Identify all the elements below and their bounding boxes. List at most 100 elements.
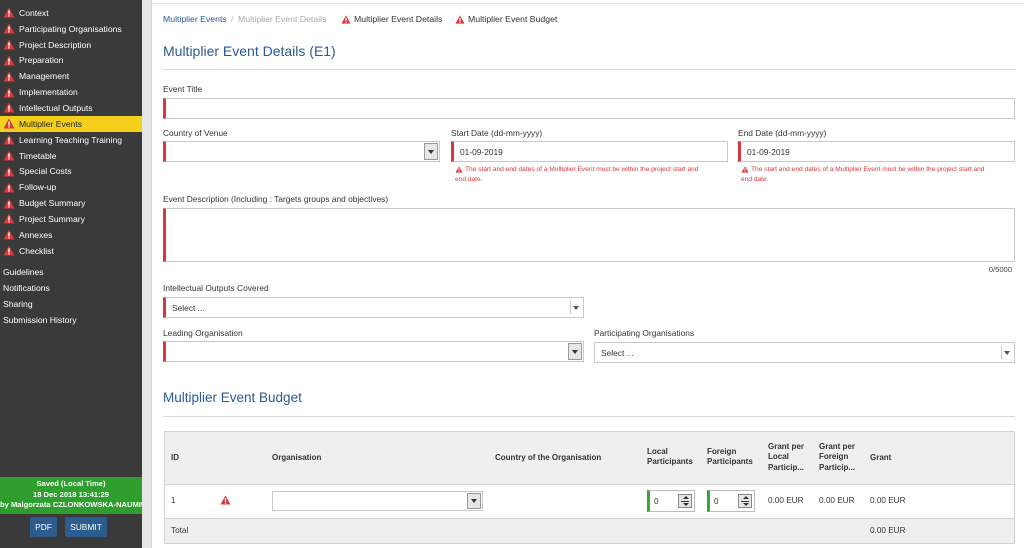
sidebar-item-project-summary[interactable]: Project Summary <box>0 211 142 227</box>
io-covered-value: Select ... <box>172 302 205 313</box>
description-label: Event Description (Including : Targets g… <box>163 194 389 204</box>
description-counter: 0/5000 <box>988 265 1012 274</box>
sidebar-item-context[interactable]: Context <box>0 5 142 21</box>
sidebar-item-label: Budget Summary <box>19 198 86 209</box>
warning-triangle-icon <box>3 102 15 113</box>
end-date-input[interactable]: 01-09-2019 <box>738 141 1015 162</box>
sidebar-item-timetable[interactable]: Timetable <box>0 148 142 164</box>
sidebar-item-multiplier-events[interactable]: Multiplier Events <box>0 115 142 132</box>
col-grant-local: Grant per Local Particip... <box>768 442 804 473</box>
row-grant-local: 0.00 EUR <box>768 496 804 505</box>
sidebar-item-annexes[interactable]: Annexes <box>0 227 142 243</box>
sidebar-item-budget-summary[interactable]: Budget Summary <box>0 195 142 211</box>
total-value: 0.00 EUR <box>870 526 906 535</box>
col-grant-foreign: Grant per Foreign Particip... <box>819 442 855 473</box>
sidebar-item-intellectual-outputs[interactable]: Intellectual Outputs <box>0 100 142 116</box>
row-id: 1 <box>171 496 176 505</box>
chevron-down-icon[interactable] <box>424 143 438 160</box>
breadcrumb-multiplier-events[interactable]: Multiplier Events <box>163 14 227 24</box>
participating-orgs-label: Participating Organisations <box>594 328 695 338</box>
sidebar-item-label: Context <box>19 7 49 18</box>
col-local-line1: Local <box>647 447 668 456</box>
warning-triangle-icon <box>3 134 15 145</box>
event-title-input[interactable] <box>163 98 1015 119</box>
col-local-participants: Local Participants <box>647 447 693 468</box>
sidebar: Saved (Local Time) 18 Dec 2018 13:41:29 … <box>0 0 142 548</box>
warning-triangle-icon <box>3 229 15 240</box>
stepper-icon[interactable] <box>678 494 692 508</box>
warning-triangle-icon <box>3 150 15 161</box>
sidebar-item-label: Project Summary <box>19 213 85 224</box>
sidebar-item-participating-organisations[interactable]: Participating Organisations <box>0 21 142 37</box>
end-error-line2: end date. <box>741 175 769 183</box>
country-label: Country of Venue <box>163 128 228 138</box>
row-foreign-value: 0 <box>714 496 719 506</box>
sidebar-item-label: Annexes <box>19 229 53 240</box>
start-date-label: Start Date (dd-mm-yyyy) <box>451 128 543 138</box>
row-organisation-select[interactable] <box>272 491 483 511</box>
sidebar-item-follow-up[interactable]: Follow-up <box>0 179 142 195</box>
row-local-value: 0 <box>654 496 659 506</box>
sidebar-item-checklist[interactable]: Checklist <box>0 243 142 259</box>
chevron-down-icon[interactable] <box>573 306 579 310</box>
end-date-error: The start and end dates of a Multiplier … <box>741 165 1015 184</box>
start-date-error: The start and end dates of a Multiplier … <box>455 165 725 184</box>
sidebar-item-management[interactable]: Management <box>0 68 142 84</box>
warning-triangle-icon <box>3 23 15 34</box>
sidebar-item-label: Participating Organisations <box>19 23 122 34</box>
chevron-down-icon[interactable] <box>568 343 582 360</box>
sidebar-item-project-description[interactable]: Project Description <box>0 37 142 53</box>
sidebar-divider <box>142 0 152 548</box>
stepper-icon[interactable] <box>738 494 752 508</box>
sidebar-item-label: Preparation <box>19 55 64 66</box>
tab-event-budget[interactable]: Multiplier Event Budget <box>455 14 557 24</box>
breadcrumb-separator: / <box>231 14 234 24</box>
event-title-label: Event Title <box>163 84 203 94</box>
warning-triangle-icon <box>741 166 749 173</box>
warning-triangle-icon <box>3 55 15 66</box>
start-date-input[interactable]: 01-09-2019 <box>451 141 728 162</box>
col-organisation: Organisation <box>272 453 322 462</box>
col-grant-foreign-line2: Foreign <box>819 452 849 462</box>
leading-org-select[interactable] <box>163 341 584 362</box>
sidebar-link-sharing[interactable]: Sharing <box>3 299 33 309</box>
tab-event-details[interactable]: Multiplier Event Details <box>341 14 442 24</box>
col-foreign-line1: Foreign <box>707 447 737 456</box>
sidebar-item-implementation[interactable]: Implementation <box>0 84 142 100</box>
warning-triangle-icon <box>3 182 15 193</box>
sidebar-link-submission-history[interactable]: Submission History <box>3 315 77 325</box>
sidebar-link-guidelines[interactable]: Guidelines <box>3 267 44 277</box>
row-foreign-participants-input[interactable]: 0 <box>707 490 755 512</box>
col-foreign-participants: Foreign Participants <box>707 447 753 468</box>
saved-time: 18 Dec 2018 13:41:29 <box>33 489 109 499</box>
sidebar-item-label: Implementation <box>19 87 78 98</box>
warning-triangle-icon <box>3 118 15 129</box>
participating-orgs-select[interactable]: Select ... <box>594 342 1015 363</box>
warning-triangle-icon <box>3 245 15 256</box>
budget-title: Multiplier Event Budget <box>163 390 302 405</box>
pdf-button[interactable]: PDF <box>30 517 57 537</box>
submit-button[interactable]: SUBMIT <box>65 517 107 537</box>
sidebar-item-learning-teaching-training[interactable]: Learning Teaching Training <box>0 132 142 148</box>
tab-event-budget-label: Multiplier Event Budget <box>468 14 558 24</box>
sidebar-link-notifications[interactable]: Notifications <box>3 283 50 293</box>
row-grant-foreign: 0.00 EUR <box>819 496 855 505</box>
description-textarea[interactable] <box>163 208 1015 262</box>
chevron-down-icon[interactable] <box>1004 351 1010 355</box>
country-select[interactable] <box>163 141 440 162</box>
warning-triangle-icon <box>220 495 231 505</box>
chevron-down-icon[interactable] <box>467 493 481 509</box>
sidebar-item-special-costs[interactable]: Special Costs <box>0 164 142 180</box>
sidebar-item-preparation[interactable]: Preparation <box>0 53 142 69</box>
saved-status: Saved (Local Time) 18 Dec 2018 13:41:29 … <box>0 477 142 514</box>
row-local-participants-input[interactable]: 0 <box>647 490 695 512</box>
page-title: Multiplier Event Details (E1) <box>163 43 336 59</box>
sidebar-item-label: Multiplier Events <box>19 118 83 129</box>
col-country: Country of the Organisation <box>495 453 602 462</box>
tab-event-details-label: Multiplier Event Details <box>354 14 443 24</box>
io-covered-select[interactable]: Select ... <box>163 297 584 318</box>
budget-divider <box>163 416 1015 417</box>
sidebar-item-label: Management <box>19 71 70 82</box>
col-grant: Grant <box>870 453 892 462</box>
col-grant-foreign-line1: Grant per <box>819 442 856 451</box>
